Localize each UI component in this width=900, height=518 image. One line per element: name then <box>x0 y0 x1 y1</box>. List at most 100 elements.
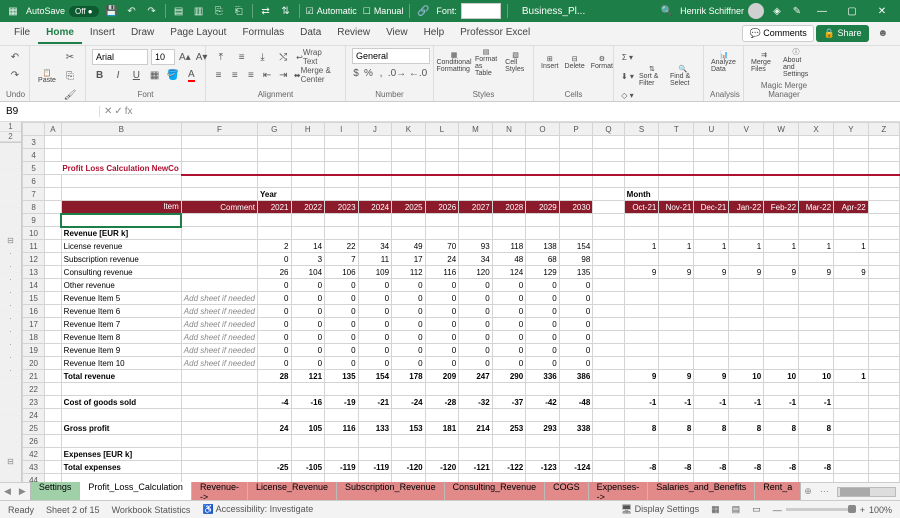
cell[interactable]: 0 <box>559 279 593 292</box>
cell[interactable] <box>834 344 869 357</box>
cell[interactable] <box>764 136 799 149</box>
align-center-icon[interactable]: ≡ <box>228 66 241 84</box>
cell[interactable]: 0 <box>526 344 560 357</box>
cell[interactable] <box>593 344 624 357</box>
find-select[interactable]: 🔍Find & Select <box>669 62 697 90</box>
cell[interactable] <box>659 448 694 461</box>
cell[interactable] <box>593 175 624 188</box>
cell[interactable] <box>45 474 62 483</box>
cell[interactable] <box>868 136 899 149</box>
menu-tab-formulas[interactable]: Formulas <box>234 23 292 44</box>
row-header[interactable]: 14 <box>23 279 45 292</box>
cell[interactable] <box>459 175 493 188</box>
cell[interactable] <box>358 227 392 240</box>
cell[interactable] <box>764 175 799 188</box>
cell[interactable]: 1 <box>764 240 799 253</box>
row-header[interactable]: 43 <box>23 461 45 474</box>
cell[interactable]: 68 <box>526 253 560 266</box>
cell[interactable] <box>834 162 869 175</box>
cell[interactable] <box>694 214 729 227</box>
tab-nav-next[interactable]: ▶ <box>15 486 30 497</box>
cell[interactable] <box>392 214 426 227</box>
cell[interactable] <box>425 175 459 188</box>
col-header[interactable]: H <box>291 123 325 136</box>
cell[interactable]: Year <box>257 188 291 201</box>
cell[interactable] <box>325 383 359 396</box>
cell[interactable]: Revenue Item 6 <box>61 305 181 318</box>
cell[interactable] <box>799 136 834 149</box>
cell[interactable]: -105 <box>291 461 325 474</box>
cell[interactable]: 22 <box>325 240 359 253</box>
cell[interactable] <box>868 227 899 240</box>
cell[interactable] <box>492 175 526 188</box>
outline-column[interactable]: 12 ⊟··········⊟ <box>0 122 22 482</box>
cell[interactable]: 0 <box>392 305 426 318</box>
cell[interactable] <box>291 149 325 162</box>
cell[interactable]: 17 <box>392 253 426 266</box>
cell[interactable] <box>526 227 560 240</box>
cell[interactable] <box>181 253 257 266</box>
cell[interactable] <box>659 305 694 318</box>
cell[interactable] <box>624 162 659 175</box>
cell[interactable] <box>799 435 834 448</box>
cell[interactable]: -37 <box>492 396 526 409</box>
cell[interactable]: 0 <box>358 344 392 357</box>
cell[interactable]: 0 <box>425 292 459 305</box>
cell[interactable]: -119 <box>325 461 359 474</box>
cell[interactable] <box>181 461 257 474</box>
cell[interactable]: Profit Loss Calculation NewCo <box>45 162 182 175</box>
italic-icon[interactable]: I <box>110 66 125 84</box>
cell[interactable]: 2024 <box>358 201 392 214</box>
col-header[interactable]: X <box>799 123 834 136</box>
cell[interactable]: 0 <box>459 292 493 305</box>
align-bot-icon[interactable]: ⤓ <box>254 48 272 66</box>
cell[interactable] <box>729 344 764 357</box>
col-header[interactable]: P <box>559 123 593 136</box>
menu-tab-view[interactable]: View <box>378 23 416 44</box>
menu-tab-home[interactable]: Home <box>38 23 82 44</box>
cell[interactable] <box>181 149 257 162</box>
cell[interactable] <box>868 266 899 279</box>
sort-filter[interactable]: ⇅Sort & Filter <box>638 62 666 90</box>
col-header[interactable]: U <box>694 123 729 136</box>
cell[interactable] <box>459 409 493 422</box>
new-sheet[interactable]: ⊕ <box>800 486 816 497</box>
cell[interactable]: 133 <box>358 422 392 435</box>
cell[interactable] <box>45 266 62 279</box>
cell[interactable] <box>181 370 257 383</box>
col-header[interactable]: B <box>61 123 181 136</box>
cell[interactable] <box>694 253 729 266</box>
cell[interactable]: 0 <box>425 357 459 370</box>
cell[interactable] <box>358 409 392 422</box>
cell[interactable]: 10 <box>729 370 764 383</box>
cell[interactable]: 0 <box>459 357 493 370</box>
view-pagebreak-icon[interactable]: ▭ <box>752 504 761 515</box>
cell[interactable]: 0 <box>526 305 560 318</box>
cell[interactable] <box>624 149 659 162</box>
cell[interactable]: 9 <box>729 266 764 279</box>
cell[interactable] <box>291 409 325 422</box>
cell[interactable] <box>764 149 799 162</box>
cell[interactable] <box>459 474 493 483</box>
cell[interactable] <box>799 474 834 483</box>
cell[interactable] <box>325 149 359 162</box>
document-name[interactable]: Business_Pl... <box>522 6 585 17</box>
cell[interactable]: 0 <box>325 292 359 305</box>
cell[interactable] <box>291 227 325 240</box>
cell[interactable]: 0 <box>526 357 560 370</box>
cell[interactable]: 0 <box>358 357 392 370</box>
cell[interactable] <box>659 253 694 266</box>
cell[interactable] <box>834 435 869 448</box>
cell[interactable]: 0 <box>291 344 325 357</box>
cell[interactable] <box>492 188 526 201</box>
cell[interactable] <box>694 305 729 318</box>
cell[interactable]: 0 <box>559 331 593 344</box>
cell-styles[interactable]: ▧Cell Styles <box>504 48 527 76</box>
share-button[interactable]: 🔒 Share <box>816 25 870 42</box>
cell[interactable]: -123 <box>526 461 560 474</box>
menu-tab-review[interactable]: Review <box>329 23 378 44</box>
status-wb[interactable]: Workbook Statistics <box>112 505 191 515</box>
cell[interactable]: 9 <box>659 370 694 383</box>
cell[interactable] <box>834 227 869 240</box>
cell[interactable] <box>799 305 834 318</box>
